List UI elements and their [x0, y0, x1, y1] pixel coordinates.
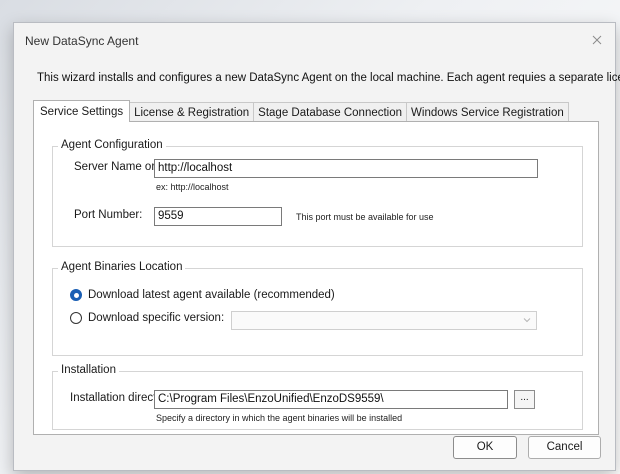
tab-strip: Service Settings License & Registration …: [33, 100, 569, 122]
tab-windows-service-registration[interactable]: Windows Service Registration: [407, 102, 569, 122]
download-latest-radio[interactable]: [70, 289, 82, 301]
tab-stage-database-connection[interactable]: Stage Database Connection: [254, 102, 408, 122]
service-settings-panel: Agent Configuration Server Name or IP: h…: [33, 121, 599, 435]
intro-text: This wizard installs and configures a ne…: [37, 72, 620, 84]
tab-service-settings[interactable]: Service Settings: [33, 100, 131, 122]
agent-binaries-legend: Agent Binaries Location: [58, 261, 186, 273]
installation-legend: Installation: [58, 364, 119, 376]
download-specific-label: Download specific version:: [88, 312, 225, 324]
port-number-label: Port Number:: [74, 209, 143, 221]
browse-button[interactable]: ...: [514, 390, 535, 409]
download-specific-radio-row[interactable]: Download specific version:: [70, 312, 224, 324]
dialog-title: New DataSync Agent: [25, 34, 139, 48]
port-number-input[interactable]: 9559: [154, 207, 282, 226]
close-icon: [592, 35, 602, 45]
close-button[interactable]: [585, 28, 609, 52]
tab-license-registration[interactable]: License & Registration: [130, 102, 255, 122]
installation-directory-input[interactable]: C:\Program Files\EnzoUnified\EnzoDS9559\: [154, 390, 508, 409]
title-bar: New DataSync Agent: [14, 23, 615, 57]
chevron-down-icon: [523, 318, 531, 323]
ok-button[interactable]: OK: [453, 436, 517, 459]
new-datasync-agent-dialog: New DataSync Agent This wizard installs …: [13, 22, 620, 471]
agent-binaries-location-group: Agent Binaries Location Download latest …: [52, 261, 583, 356]
download-latest-label: Download latest agent available (recomme…: [88, 289, 335, 301]
agent-configuration-group: Agent Configuration Server Name or IP: h…: [52, 139, 583, 247]
version-select[interactable]: [231, 311, 537, 330]
server-name-hint: ex: http://localhost: [156, 182, 229, 192]
agent-configuration-legend: Agent Configuration: [58, 139, 166, 151]
server-name-input[interactable]: http://localhost: [154, 159, 538, 178]
installation-directory-hint: Specify a directory in which the agent b…: [156, 413, 403, 423]
download-latest-radio-row[interactable]: Download latest agent available (recomme…: [70, 289, 335, 301]
port-number-hint: This port must be available for use: [296, 212, 434, 222]
installation-group: Installation Installation directory: C:\…: [52, 364, 583, 430]
download-specific-radio[interactable]: [70, 312, 82, 324]
cancel-button[interactable]: Cancel: [528, 436, 601, 459]
